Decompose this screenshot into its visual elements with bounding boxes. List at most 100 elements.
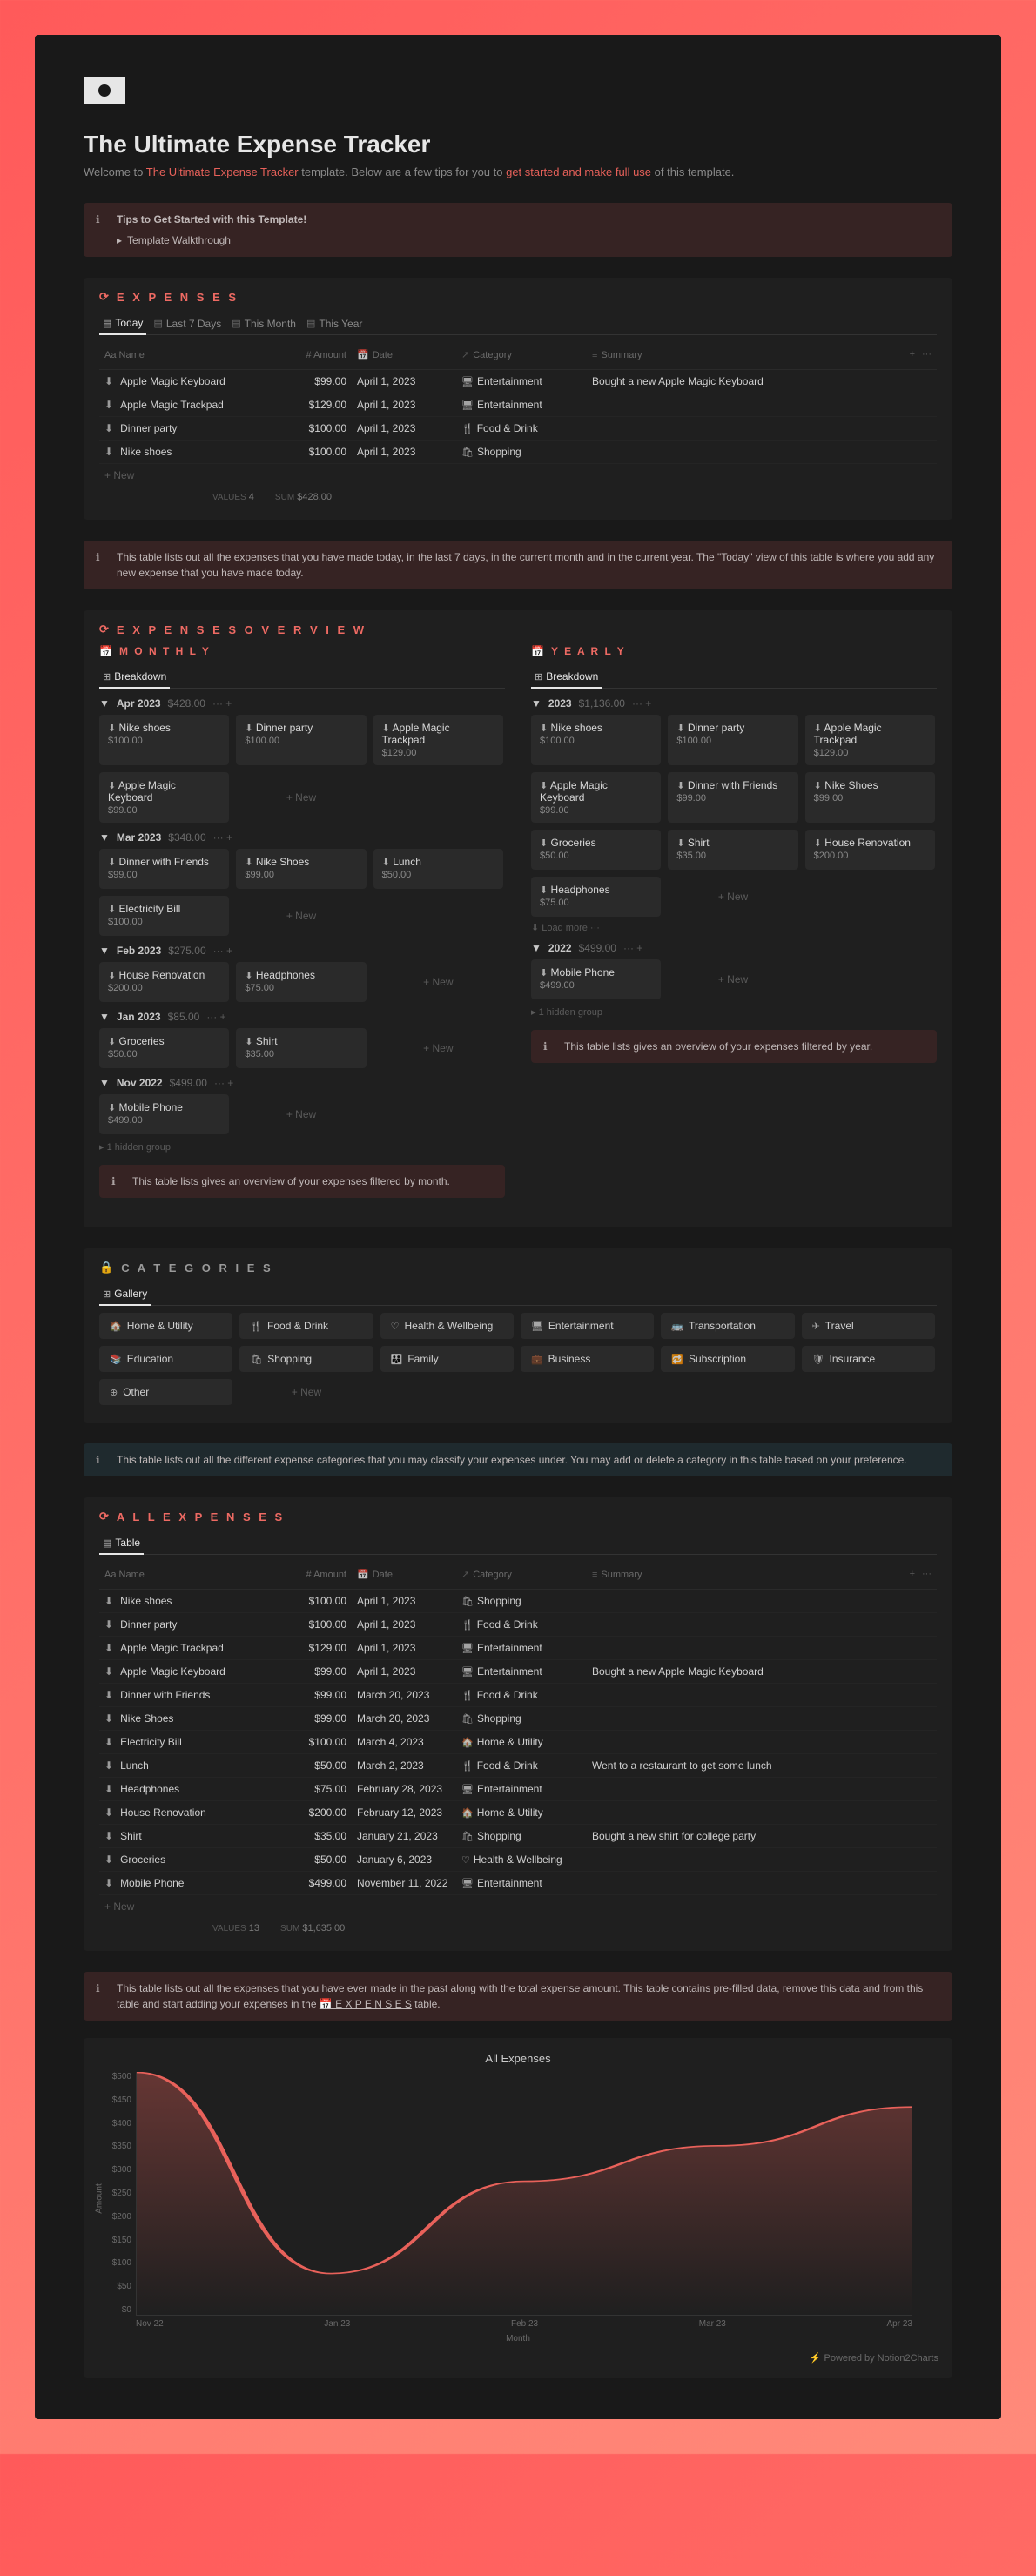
category-card[interactable]: 💼Business [521, 1346, 654, 1372]
monthly-hidden-group[interactable]: ▸ 1 hidden group [99, 1141, 505, 1153]
table-row[interactable]: ⬇Nike shoes$100.00April 1, 2023🛍 Shoppin… [99, 441, 937, 464]
table-row[interactable]: ⬇Dinner party$100.00April 1, 2023🍴 Food … [99, 417, 937, 441]
new-card-button[interactable]: + New [236, 772, 366, 823]
new-card-button[interactable]: + New [373, 962, 503, 1002]
tab-this-year[interactable]: ▤This Year [303, 313, 366, 334]
col-name[interactable]: Aa Name [99, 1565, 273, 1584]
new-card-button[interactable]: + New [236, 1094, 366, 1134]
category-card[interactable]: ⊕Other [99, 1379, 232, 1405]
table-row[interactable]: ⬇Apple Magic Keyboard$99.00April 1, 2023… [99, 1660, 937, 1684]
tab-today[interactable]: ▤Today [99, 313, 146, 335]
col-amount[interactable]: # Amount [273, 1565, 352, 1584]
expense-card[interactable]: ⬇ Mobile Phone$499.00 [531, 959, 661, 999]
expense-card[interactable]: ⬇ Dinner party$100.00 [668, 715, 797, 765]
new-category-button[interactable]: + New [239, 1379, 373, 1405]
add-column-button[interactable]: + [910, 1569, 915, 1580]
category-card[interactable]: 📚Education [99, 1346, 232, 1372]
add-card-button[interactable]: ··· + [632, 697, 651, 710]
load-more-button[interactable]: ⬇ Load more ··· [531, 922, 937, 933]
new-card-button[interactable]: + New [668, 877, 797, 917]
add-card-button[interactable]: ··· + [213, 831, 232, 844]
table-row[interactable]: ⬇Shirt$35.00January 21, 2023🛍 ShoppingBo… [99, 1825, 937, 1848]
col-category[interactable]: ↗Category [456, 1565, 587, 1584]
table-row[interactable]: ⬇Dinner party$100.00April 1, 2023🍴 Food … [99, 1613, 937, 1637]
category-card[interactable]: 🚌Transportation [661, 1313, 794, 1339]
walkthrough-toggle[interactable]: ▸Template Walkthrough [117, 232, 306, 248]
add-card-button[interactable]: ··· + [206, 1011, 225, 1023]
gallery-tab[interactable]: ⊞Gallery [99, 1283, 151, 1306]
add-card-button[interactable]: ··· + [623, 942, 642, 954]
table-row[interactable]: ⬇Groceries$50.00January 6, 2023♡ Health … [99, 1848, 937, 1872]
new-card-button[interactable]: + New [373, 1028, 503, 1068]
expense-card[interactable]: ⬇ Apple Magic Keyboard$99.00 [531, 772, 661, 823]
table-row[interactable]: ⬇Electricity Bill$100.00March 4, 2023🏠 H… [99, 1731, 937, 1754]
new-card-button[interactable]: + New [668, 959, 797, 999]
expense-card[interactable]: ⬇ Headphones$75.00 [236, 962, 366, 1002]
category-card[interactable]: 🛡Insurance [802, 1346, 935, 1372]
col-name[interactable]: Aa Name [99, 346, 273, 364]
category-card[interactable]: 👪Family [380, 1346, 514, 1372]
table-tab[interactable]: ▤Table [99, 1532, 144, 1555]
table-row[interactable]: ⬇Apple Magic Keyboard$99.00April 1, 2023… [99, 370, 937, 393]
category-card[interactable]: 🖥Entertainment [521, 1313, 654, 1339]
expense-card[interactable]: ⬇ Dinner with Friends$99.00 [668, 772, 797, 823]
expense-card[interactable]: ⬇ Nike shoes$100.00 [99, 715, 229, 765]
expense-card[interactable]: ⬇ Electricity Bill$100.00 [99, 896, 229, 936]
category-card[interactable]: 🏠Home & Utility [99, 1313, 232, 1339]
table-row[interactable]: ⬇Nike shoes$100.00April 1, 2023🛍 Shoppin… [99, 1590, 937, 1613]
group-header[interactable]: ▼ Nov 2022 $499.00 ··· + [99, 1077, 505, 1089]
monthly-breakdown-tab[interactable]: ⊞Breakdown [99, 666, 170, 689]
add-card-button[interactable]: ··· + [213, 945, 232, 957]
add-column-button[interactable]: + [910, 349, 915, 360]
new-card-button[interactable]: + New [236, 896, 366, 936]
new-expense-row[interactable]: + New [99, 464, 937, 487]
expense-card[interactable]: ⬇ Dinner with Friends$99.00 [99, 849, 229, 889]
tab-this-month[interactable]: ▤This Month [228, 313, 299, 334]
group-header[interactable]: ▼ 2022 $499.00 ··· + [531, 942, 937, 954]
more-icon[interactable]: ··· [922, 349, 932, 360]
group-header[interactable]: ▼ Apr 2023 $428.00 ··· + [99, 697, 505, 710]
new-all-row[interactable]: + New [99, 1895, 937, 1918]
group-header[interactable]: ▼ Mar 2023 $348.00 ··· + [99, 831, 505, 844]
table-row[interactable]: ⬇House Renovation$200.00February 12, 202… [99, 1801, 937, 1825]
expense-card[interactable]: ⬇ Groceries$50.00 [531, 830, 661, 870]
expense-card[interactable]: ⬇ Shirt$35.00 [668, 830, 797, 870]
table-row[interactable]: ⬇Headphones$75.00February 28, 2023🖥 Ente… [99, 1778, 937, 1801]
table-row[interactable]: ⬇Lunch$50.00March 2, 2023🍴 Food & DrinkW… [99, 1754, 937, 1778]
table-row[interactable]: ⬇Apple Magic Trackpad$129.00April 1, 202… [99, 393, 937, 417]
expense-card[interactable]: ⬇ Lunch$50.00 [373, 849, 503, 889]
table-row[interactable]: ⬇Apple Magic Trackpad$129.00April 1, 202… [99, 1637, 937, 1660]
table-row[interactable]: ⬇Mobile Phone$499.00November 11, 2022🖥 E… [99, 1872, 937, 1895]
col-summary[interactable]: ≡Summary [587, 1565, 905, 1584]
expense-card[interactable]: ⬇ Apple Magic Keyboard$99.00 [99, 772, 229, 823]
expense-card[interactable]: ⬇ Apple Magic Trackpad$129.00 [373, 715, 503, 765]
expense-card[interactable]: ⬇ Shirt$35.00 [236, 1028, 366, 1068]
col-date[interactable]: 📅Date [352, 1565, 456, 1584]
add-card-button[interactable]: ··· + [214, 1077, 233, 1089]
category-card[interactable]: 🔁Subscription [661, 1346, 794, 1372]
table-row[interactable]: ⬇Dinner with Friends$99.00March 20, 2023… [99, 1684, 937, 1707]
more-icon[interactable]: ··· [922, 1569, 932, 1580]
expense-card[interactable]: ⬇ Mobile Phone$499.00 [99, 1094, 229, 1134]
col-summary[interactable]: ≡Summary [587, 346, 905, 364]
expense-card[interactable]: ⬇ House Renovation$200.00 [805, 830, 935, 870]
expense-card[interactable]: ⬇ Nike Shoes$99.00 [805, 772, 935, 823]
category-card[interactable]: ✈Travel [802, 1313, 935, 1339]
category-card[interactable]: 🛍Shopping [239, 1346, 373, 1372]
col-category[interactable]: ↗Category [456, 346, 587, 364]
expense-card[interactable]: ⬇ Headphones$75.00 [531, 877, 661, 917]
group-header[interactable]: ▼ Jan 2023 $85.00 ··· + [99, 1011, 505, 1023]
add-card-button[interactable]: ··· + [212, 697, 232, 710]
expense-card[interactable]: ⬇ Nike shoes$100.00 [531, 715, 661, 765]
expense-card[interactable]: ⬇ Groceries$50.00 [99, 1028, 229, 1068]
category-card[interactable]: ♡Health & Wellbeing [380, 1313, 514, 1339]
yearly-breakdown-tab[interactable]: ⊞Breakdown [531, 666, 602, 689]
yearly-hidden-group[interactable]: ▸ 1 hidden group [531, 1006, 937, 1018]
expenses-link[interactable]: 📅 E X P E N S E S [320, 1998, 412, 2010]
col-amount[interactable]: # Amount [273, 346, 352, 364]
category-card[interactable]: 🍴Food & Drink [239, 1313, 373, 1339]
expense-card[interactable]: ⬇ Apple Magic Trackpad$129.00 [805, 715, 935, 765]
col-date[interactable]: 📅Date [352, 346, 456, 364]
tab-last-7-days[interactable]: ▤Last 7 Days [150, 313, 225, 334]
table-row[interactable]: ⬇Nike Shoes$99.00March 20, 2023🛍 Shoppin… [99, 1707, 937, 1731]
